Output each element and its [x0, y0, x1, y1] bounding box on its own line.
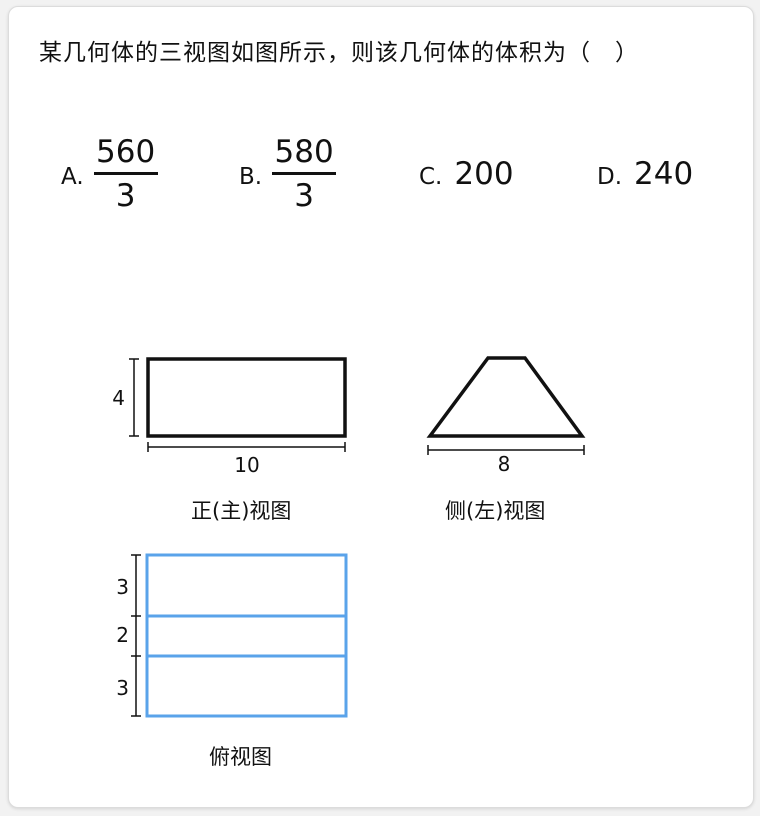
three-view-figure: 4 10 8 3 2 3	[112, 356, 586, 718]
question-card: 某几何体的三视图如图所示，则该几何体的体积为（ ） A. 560 3 B. 58…	[8, 6, 754, 808]
top-dim-label: 3	[116, 575, 129, 599]
top-dimension-marks	[131, 554, 141, 717]
side-width-label: 8	[498, 452, 511, 476]
front-height-label: 4	[112, 386, 125, 410]
top-view-rectangle	[145, 553, 348, 718]
top-view: 3 2 3	[116, 553, 348, 718]
side-view-trapezoid	[426, 356, 586, 438]
side-view: 8	[426, 356, 586, 476]
front-width-dimension	[147, 442, 346, 452]
front-view-rectangle	[146, 357, 347, 438]
front-width-label: 10	[234, 453, 259, 477]
top-dim-label: 3	[116, 676, 129, 700]
top-view-label: 俯视图	[209, 745, 272, 769]
front-view: 4 10	[112, 357, 347, 477]
front-height-dimension	[129, 358, 139, 437]
side-view-label: 侧(左)视图	[445, 499, 546, 523]
top-dim-label: 2	[116, 623, 129, 647]
front-view-label: 正(主)视图	[191, 499, 292, 523]
